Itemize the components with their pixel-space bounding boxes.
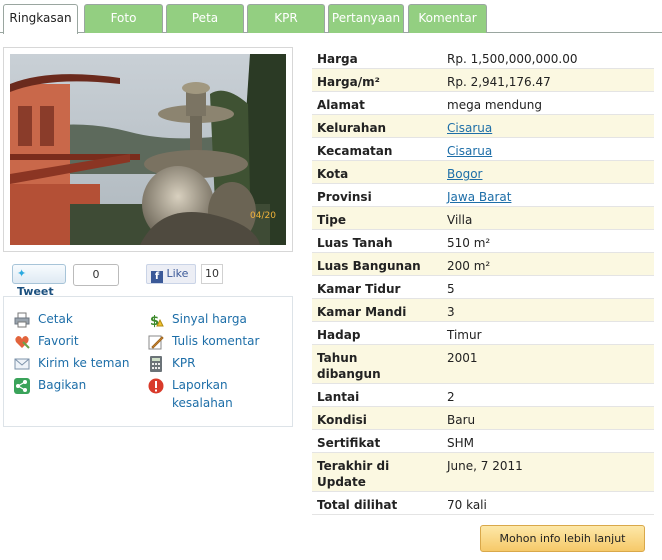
- detail-value-floors: 2: [447, 390, 455, 404]
- detail-row-tipe: Tipe Villa: [312, 207, 654, 230]
- property-photo[interactable]: 04/20: [10, 54, 286, 245]
- detail-label: Tahun dibangun: [317, 351, 381, 381]
- detail-label: Kamar Tidur: [317, 282, 401, 296]
- detail-value-certificate: SHM: [447, 436, 474, 450]
- detail-value-facing: Timur: [447, 328, 482, 342]
- like-count: 10: [201, 264, 223, 284]
- property-photo-frame: 04/20: [3, 47, 293, 252]
- detail-row-kota: Kota Bogor: [312, 161, 654, 184]
- tab-peta[interactable]: Peta: [166, 4, 244, 33]
- detail-label: Tipe: [317, 213, 347, 227]
- price-alert-icon: $: [150, 314, 164, 328]
- detail-value-condition: Baru: [447, 413, 476, 427]
- property-photo-image: 04/20: [10, 54, 286, 245]
- facebook-like-button[interactable]: f Like: [146, 264, 196, 284]
- provinsi-link[interactable]: Jawa Barat: [447, 189, 511, 205]
- kecamatan-link[interactable]: Cisarua: [447, 143, 492, 159]
- detail-row-kecamatan: Kecamatan Cisarua: [312, 138, 654, 161]
- detail-row-harga-m2: Harga/m² Rp. 2,941,176.47: [312, 69, 654, 92]
- detail-label: Kamar Mandi: [317, 305, 407, 319]
- report-error-link[interactable]: Laporkan kesalahan: [172, 378, 233, 414]
- detail-label: Alamat: [317, 98, 365, 112]
- detail-label: Luas Bangunan: [317, 259, 421, 273]
- heart-icon: [15, 336, 30, 349]
- tab-foto[interactable]: Foto: [84, 4, 163, 33]
- report-error-line2: kesalahan: [172, 396, 233, 410]
- detail-row-kondisi: Kondisi Baru: [312, 407, 654, 430]
- detail-row-terakhir-update: Terakhir di Update June, 7 2011: [312, 453, 654, 492]
- calculator-icon: [150, 356, 162, 372]
- detail-row-alamat: Alamat mega mendung: [312, 92, 654, 115]
- facebook-icon: f: [151, 271, 163, 283]
- detail-value-bathrooms: 3: [447, 305, 455, 319]
- detail-label: Harga/m²: [317, 75, 380, 89]
- detail-row-hadap: Hadap Timur: [312, 322, 654, 345]
- detail-row-luas-tanah: Luas Tanah 510 m²: [312, 230, 654, 253]
- price-signal-link[interactable]: Sinyal harga: [172, 312, 247, 326]
- like-label: Like: [166, 267, 189, 280]
- detail-row-kelurahan: Kelurahan Cisarua: [312, 115, 654, 138]
- tab-kpr[interactable]: KPR: [247, 4, 325, 33]
- warning-icon: [148, 378, 164, 394]
- tweet-button[interactable]: ✦ Tweet: [12, 264, 66, 298]
- send-to-friend-link[interactable]: Kirim ke teman: [38, 356, 129, 370]
- kpr-link[interactable]: KPR: [172, 356, 195, 370]
- detail-value-last-update: June, 7 2011: [447, 459, 523, 473]
- detail-row-harga: Harga Rp. 1,500,000,000.00: [312, 46, 654, 69]
- detail-label: Total dilihat: [317, 498, 398, 512]
- detail-row-tahun-dibangun: Tahun dibangun 2001: [312, 345, 654, 384]
- detail-label: Hadap: [317, 328, 361, 342]
- property-details-table: Harga Rp. 1,500,000,000.00 Harga/m² Rp. …: [312, 46, 654, 515]
- print-link[interactable]: Cetak: [38, 312, 73, 326]
- kelurahan-link[interactable]: Cisarua: [447, 120, 492, 136]
- printer-icon: [14, 312, 30, 328]
- detail-label: Kota: [317, 167, 349, 181]
- detail-value-address: mega mendung: [447, 98, 542, 112]
- detail-value-year-built: 2001: [447, 351, 478, 365]
- photo-timestamp: 04/20: [250, 211, 276, 221]
- envelope-icon: [14, 358, 30, 370]
- detail-value-building-area: 200 m²: [447, 259, 491, 273]
- report-error-line1: Laporkan: [172, 378, 228, 392]
- detail-row-sertifikat: Sertifikat SHM: [312, 430, 654, 453]
- detail-label: Provinsi: [317, 190, 372, 204]
- detail-label: Lantai: [317, 390, 360, 404]
- detail-value-price-per-m2: Rp. 2,941,176.47: [447, 75, 551, 89]
- detail-row-kamar-tidur: Kamar Tidur 5: [312, 276, 654, 299]
- detail-row-total-dilihat: Total dilihat 70 kali: [312, 492, 654, 515]
- detail-label: Sertifikat: [317, 436, 381, 450]
- listing-actions: Cetak Favorit Kirim ke teman Bagikan $ S…: [3, 296, 293, 427]
- detail-row-provinsi: Provinsi Jawa Barat: [312, 184, 654, 207]
- write-comment-link[interactable]: Tulis komentar: [172, 334, 259, 348]
- tweet-count: 0: [73, 264, 119, 286]
- detail-value-land-area: 510 m²: [447, 236, 491, 250]
- detail-row-kamar-mandi: Kamar Mandi 3: [312, 299, 654, 322]
- share-icon: [14, 378, 30, 394]
- tab-bar: Ringkasan Foto Peta KPR Pertanyaan Komen…: [0, 0, 662, 34]
- detail-label: Luas Tanah: [317, 236, 393, 250]
- share-link[interactable]: Bagikan: [38, 378, 86, 392]
- detail-row-luas-bangunan: Luas Bangunan 200 m²: [312, 253, 654, 276]
- detail-value-views: 70 kali: [447, 498, 487, 512]
- detail-label: Kecamatan: [317, 144, 393, 158]
- request-more-info-button[interactable]: Mohon info lebih lanjut: [480, 525, 645, 552]
- tab-komentar[interactable]: Komentar: [408, 4, 487, 33]
- detail-value-type: Villa: [447, 213, 473, 227]
- twitter-icon: ✦: [17, 267, 27, 280]
- detail-label: Kondisi: [317, 413, 367, 427]
- detail-row-lantai: Lantai 2: [312, 384, 654, 407]
- detail-label: Kelurahan: [317, 121, 387, 135]
- detail-value-bedrooms: 5: [447, 282, 455, 296]
- tab-ringkasan[interactable]: Ringkasan: [3, 4, 78, 34]
- kota-link[interactable]: Bogor: [447, 166, 482, 182]
- tab-pertanyaan[interactable]: Pertanyaan: [328, 4, 404, 33]
- detail-label: Harga: [317, 52, 358, 66]
- detail-value-price: Rp. 1,500,000,000.00: [447, 52, 578, 66]
- detail-label: Terakhir di Update: [317, 459, 390, 489]
- write-comment-icon: [148, 335, 164, 350]
- favorite-link[interactable]: Favorit: [38, 334, 79, 348]
